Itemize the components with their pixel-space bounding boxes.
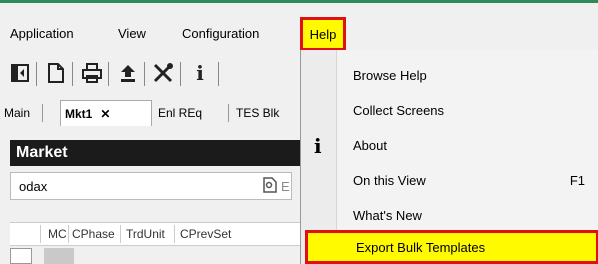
market-panel-header: Market (10, 140, 300, 166)
menu-item-label: About (353, 137, 387, 153)
menu-item-collect-screens[interactable]: Collect Screens (337, 93, 598, 127)
tab-strip: Main Mkt1 ✕ Enl REq TES Blk (0, 100, 300, 126)
search-document-icon[interactable] (263, 177, 277, 197)
toolbar-separator (36, 62, 37, 86)
info-icon[interactable]: i (188, 60, 212, 86)
tab-main[interactable]: Main (4, 100, 30, 126)
menu-item-label: Browse Help (353, 67, 427, 83)
search-button-label[interactable]: E (281, 179, 290, 194)
toolbar-separator (72, 62, 73, 86)
column-trdunit[interactable]: TrdUnit (126, 227, 165, 241)
menu-item-on-this-view[interactable]: On this View F1 (337, 163, 598, 197)
tab-tes-blk[interactable]: TES Blk (236, 100, 279, 126)
market-panel-title: Market (16, 144, 68, 161)
menu-item-about[interactable]: About (337, 128, 598, 162)
new-document-icon[interactable] (44, 60, 68, 86)
tab-label: Enl REq (158, 106, 203, 120)
menu-item-whats-new[interactable]: What's New (337, 198, 598, 232)
column-cprevset[interactable]: CPrevSet (180, 227, 231, 241)
market-search-value: odax (19, 179, 48, 194)
column-mc[interactable]: MC (48, 227, 67, 241)
row-checkbox[interactable] (10, 248, 32, 264)
row-cell (44, 248, 74, 264)
tab-enl-req[interactable]: Enl REq (158, 100, 202, 126)
toolbar: i (0, 56, 300, 92)
menu-item-browse-help[interactable]: Browse Help (337, 58, 598, 92)
menu-configuration[interactable]: Configuration (182, 26, 259, 41)
market-search-input[interactable]: odax E (10, 172, 292, 200)
column-separator (174, 225, 175, 243)
menu-item-label: Collect Screens (353, 102, 445, 118)
panel-toggle-icon[interactable] (8, 60, 32, 86)
menu-item-label: What's New (353, 207, 422, 223)
menu-item-export-bulk-templates[interactable]: Export Bulk Templates (305, 230, 598, 264)
column-cphase[interactable]: CPhase (72, 227, 115, 241)
column-separator (120, 225, 121, 243)
help-dropdown-menu: i Browse Help Collect Screens About On t… (300, 50, 598, 264)
print-icon[interactable] (80, 60, 104, 86)
menu-item-shortcut: F1 (569, 172, 585, 188)
toolbar-separator (218, 62, 219, 86)
tab-label: Mkt1 (65, 106, 93, 121)
tab-label: Main (4, 106, 31, 120)
close-icon[interactable]: ✕ (100, 107, 110, 121)
menu-application[interactable]: Application (10, 26, 74, 41)
grid-header: MC CPhase TrdUnit CPrevSet (10, 222, 300, 246)
tab-separator (228, 104, 229, 122)
menu-item-label: Export Bulk Templates (356, 239, 486, 255)
menu-item-label: On this View (353, 172, 426, 188)
menu-bar: Application View Configuration Help (0, 3, 598, 51)
info-icon: i (314, 134, 322, 158)
tab-separator (42, 104, 43, 122)
toolbar-separator (108, 62, 109, 86)
tools-icon[interactable] (152, 60, 176, 86)
menu-help-label: Help (309, 26, 337, 42)
column-separator (40, 225, 41, 243)
column-separator (68, 225, 69, 243)
upload-icon[interactable] (116, 60, 140, 86)
tab-label: TES Blk (236, 106, 280, 120)
toolbar-separator (180, 62, 181, 86)
menu-view[interactable]: View (118, 26, 146, 41)
toolbar-separator (144, 62, 145, 86)
menu-help[interactable]: Help (300, 17, 346, 51)
tab-mkt1[interactable]: Mkt1 ✕ (60, 100, 152, 126)
